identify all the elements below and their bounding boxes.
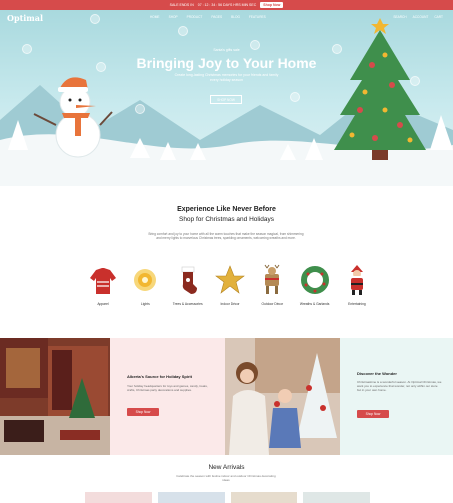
site-logo[interactable]: Optimal bbox=[7, 13, 43, 23]
announcement-shop-button[interactable]: Shop Now bbox=[260, 2, 284, 8]
holiday-spirit-panel: Alberta's Source for Holiday Spirit Your… bbox=[110, 338, 225, 455]
star-icon bbox=[215, 265, 245, 294]
sale-label: SALE ENDS IN bbox=[169, 3, 194, 7]
wreath-icon bbox=[300, 266, 329, 294]
sale-timer: 07 : 12 : 34 : 56 DAYS HRS MIN SEC bbox=[197, 3, 257, 7]
category-lights[interactable]: Lights bbox=[127, 264, 163, 306]
nav-pages[interactable]: PAGES bbox=[211, 15, 222, 19]
discover-wonder-text: Christmastime is a wonderful season. At … bbox=[357, 380, 442, 392]
account-link[interactable]: ACCOUNT bbox=[413, 15, 429, 19]
discover-wonder-shop-button[interactable]: Shop Now bbox=[357, 410, 389, 418]
hero-title: Bringing Joy to Your Home bbox=[136, 55, 317, 71]
category-outdoor[interactable]: Outdoor Décor bbox=[254, 264, 290, 306]
hero-banner: Optimal HOME SHOP PRODUCT PAGES BLOG FEA… bbox=[0, 10, 453, 186]
cart-link[interactable]: CART bbox=[434, 15, 443, 19]
intro-subtitle: Shop for Christmas and Holidays bbox=[178, 216, 274, 223]
nav-shop[interactable]: SHOP bbox=[169, 15, 178, 19]
reindeer-icon bbox=[264, 264, 280, 294]
announcement-bar: SALE ENDS IN 07 : 12 : 34 : 56 DAYS HRS … bbox=[0, 0, 453, 10]
nav-product[interactable]: PRODUCT bbox=[187, 15, 203, 19]
new-arrivals-thumbnails bbox=[85, 492, 370, 503]
nav-features[interactable]: FEATURES bbox=[249, 15, 266, 19]
hero-subtitle: Create long-lasting Christmas memories f… bbox=[174, 73, 279, 82]
category-entertaining[interactable]: Entertaining bbox=[339, 264, 375, 306]
product-thumbnail[interactable] bbox=[157, 492, 225, 503]
new-arrivals-subtitle: Celebrate the season with festive indoor… bbox=[176, 474, 276, 482]
category-list: Apparel Lights Trees & Accessories Indoo… bbox=[85, 264, 375, 306]
category-wreaths[interactable]: Wreaths & Garlands bbox=[297, 264, 333, 306]
product-thumbnail[interactable] bbox=[303, 492, 370, 503]
lights-icon bbox=[134, 269, 157, 291]
intro-title: Experience Like Never Before bbox=[177, 206, 276, 213]
category-indoor[interactable]: Indoor Décor bbox=[212, 264, 248, 306]
hero-shop-button[interactable]: SHOP NOW bbox=[210, 95, 242, 104]
category-trees[interactable]: Trees & Accessories bbox=[170, 264, 206, 306]
new-arrivals-title: New Arrivals bbox=[208, 464, 245, 471]
product-thumbnail[interactable] bbox=[85, 492, 152, 503]
living-room-image bbox=[0, 338, 110, 455]
main-nav: HOME SHOP PRODUCT PAGES BLOG FEATURES bbox=[150, 15, 266, 19]
promo-row: Alberta's Source for Holiday Spirit Your… bbox=[0, 338, 453, 455]
intro-description: Bring comfort and joy to your home with … bbox=[148, 232, 304, 241]
discover-wonder-title: Discover the Wonder bbox=[357, 371, 397, 376]
family-image bbox=[225, 338, 340, 455]
sweater-icon bbox=[90, 268, 116, 294]
holiday-spirit-title: Alberta's Source for Holiday Spirit bbox=[127, 374, 192, 379]
christmas-tree-illustration bbox=[334, 18, 426, 160]
product-thumbnail[interactable] bbox=[230, 492, 298, 503]
holiday-spirit-text: Your holiday headquarters for toys and g… bbox=[127, 384, 208, 392]
category-apparel[interactable]: Apparel bbox=[85, 264, 121, 306]
nav-home[interactable]: HOME bbox=[150, 15, 160, 19]
hero-eyebrow: Santa's gifts sale bbox=[213, 48, 240, 52]
santa-icon bbox=[350, 265, 363, 295]
search-link[interactable]: SEARCH bbox=[393, 15, 406, 19]
stocking-icon bbox=[181, 266, 197, 294]
nav-blog[interactable]: BLOG bbox=[231, 15, 240, 19]
holiday-spirit-shop-button[interactable]: Shop Now bbox=[127, 408, 159, 416]
discover-wonder-panel: Discover the Wonder Christmastime is a w… bbox=[340, 338, 453, 455]
header-actions: SEARCH ACCOUNT CART bbox=[393, 15, 443, 19]
